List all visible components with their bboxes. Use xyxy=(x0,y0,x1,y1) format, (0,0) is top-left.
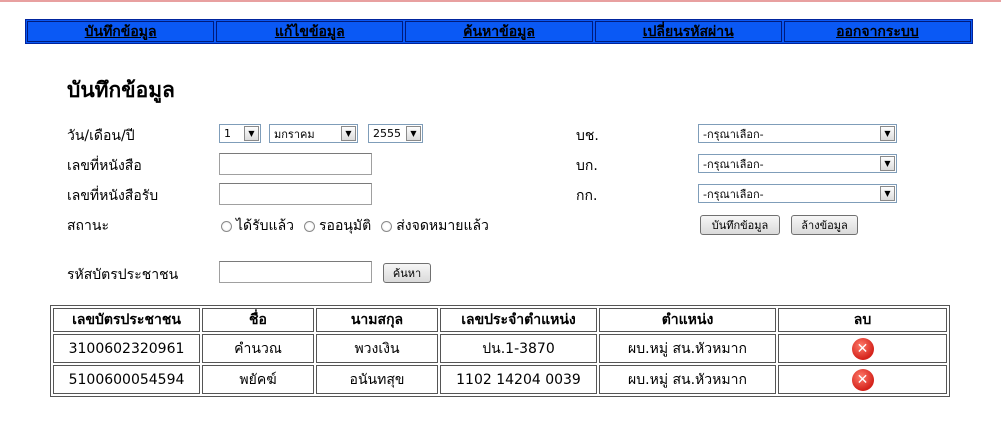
nav-item-change-password[interactable]: เปลี่ยนรหัสผ่าน xyxy=(594,21,782,42)
chevron-down-icon: ▼ xyxy=(406,126,421,141)
cell-surname: อนันทสุข xyxy=(316,365,438,394)
radio-button[interactable] xyxy=(304,220,316,232)
year-select[interactable]: 2555 ▼ xyxy=(368,124,423,143)
top-border-line xyxy=(0,0,1001,2)
cell-id: 5100600054594 xyxy=(53,365,200,394)
bk-select[interactable]: -กรุณาเลือก- ▼ xyxy=(698,154,897,173)
page-title: บันทึกข้อมูล xyxy=(67,78,175,102)
table-header-row: เลขบัตรประชาชน ชื่อ นามสกุล เลขประจำตำแห… xyxy=(53,308,947,332)
status-option-label: ได้รับแล้ว xyxy=(236,218,295,234)
col-header-position-no: เลขประจำตำแหน่ง xyxy=(440,308,597,332)
doc-no-input[interactable] xyxy=(219,153,372,175)
cell-position: ผบ.หมู่ สน.หัวหมาก xyxy=(599,334,776,363)
delete-icon[interactable]: ✕ xyxy=(851,337,874,360)
cell-position: ผบ.หมู่ สน.หัวหมาก xyxy=(599,365,776,394)
recv-no-label: เลขที่หนังสือรับ xyxy=(67,188,159,204)
month-select[interactable]: มกราคม ▼ xyxy=(269,124,358,143)
status-label: สถานะ xyxy=(67,218,109,234)
bk-select-value: -กรุณาเลือก- xyxy=(703,157,764,171)
radio-button[interactable] xyxy=(381,220,393,232)
save-button[interactable]: บันทึกข้อมูล xyxy=(700,215,780,235)
kk-label: กก. xyxy=(576,188,598,204)
results-table: เลขบัตรประชาชน ชื่อ นามสกุล เลขประจำตำแห… xyxy=(50,305,950,397)
kk-select-value: -กรุณาเลือก- xyxy=(703,187,764,201)
cell-position-no: ปน.1-3870 xyxy=(440,334,597,363)
date-label: วัน/เดือน/ปี xyxy=(67,128,135,144)
table-row: 3100602320961 คำนวณ พวงเงิน ปน.1-3870 ผบ… xyxy=(53,334,947,363)
cell-position-no: 1102 14204 0039 xyxy=(440,365,597,394)
radio-button[interactable] xyxy=(221,220,232,232)
bch-select-value: -กรุณาเลือก- xyxy=(703,127,764,141)
main-navigation: บันทึกข้อมูล แก้ไขข้อมูล ค้นหาข้อมูล เปล… xyxy=(25,19,973,44)
col-header-id: เลขบัตรประชาชน xyxy=(53,308,200,332)
id-card-label: รหัสบัตรประชาชน xyxy=(67,267,179,283)
bk-label: บก. xyxy=(576,158,598,174)
col-header-surname: นามสกุล xyxy=(316,308,438,332)
col-header-name: ชื่อ xyxy=(202,308,314,332)
status-option-sent[interactable]: ส่งจดหมายแล้ว xyxy=(381,215,489,237)
status-option-received[interactable]: ได้รับแล้ว xyxy=(221,215,294,237)
clear-button[interactable]: ล้างข้อมูล xyxy=(791,215,858,235)
cell-name: คำนวณ xyxy=(202,334,314,363)
status-radio-group: ได้รับแล้ว รออนุมัติ ส่งจดหมายแล้ว xyxy=(221,215,499,237)
chevron-down-icon: ▼ xyxy=(880,186,895,201)
day-select-value: 1 xyxy=(224,127,231,140)
cell-name: พยัคฆ์ xyxy=(202,365,314,394)
chevron-down-icon: ▼ xyxy=(880,126,895,141)
table-row: 5100600054594 พยัคฆ์ อนันทสุข 1102 14204… xyxy=(53,365,947,394)
col-header-position: ตำแหน่ง xyxy=(599,308,776,332)
cell-delete: ✕ xyxy=(778,365,947,394)
status-option-label: รออนุมัติ xyxy=(319,218,372,234)
delete-icon[interactable]: ✕ xyxy=(851,368,874,391)
status-option-pending[interactable]: รออนุมัติ xyxy=(304,215,371,237)
cell-surname: พวงเงิน xyxy=(316,334,438,363)
year-select-value: 2555 xyxy=(373,127,401,140)
kk-select[interactable]: -กรุณาเลือก- ▼ xyxy=(698,184,897,203)
bch-select[interactable]: -กรุณาเลือก- ▼ xyxy=(698,124,897,143)
chevron-down-icon: ▼ xyxy=(244,126,259,141)
chevron-down-icon: ▼ xyxy=(880,156,895,171)
nav-item-logout[interactable]: ออกจากระบบ xyxy=(783,21,972,42)
nav-item-edit[interactable]: แก้ไขข้อมูล xyxy=(216,21,404,42)
day-select[interactable]: 1 ▼ xyxy=(219,124,261,143)
nav-item-save[interactable]: บันทึกข้อมูล xyxy=(27,21,215,42)
cell-id: 3100602320961 xyxy=(53,334,200,363)
cell-delete: ✕ xyxy=(778,334,947,363)
nav-item-search[interactable]: ค้นหาข้อมูล xyxy=(405,21,593,42)
search-button[interactable]: ค้นหา xyxy=(383,263,431,283)
id-card-input[interactable] xyxy=(219,261,372,283)
recv-no-input[interactable] xyxy=(219,183,372,205)
col-header-delete: ลบ xyxy=(778,308,947,332)
month-select-value: มกราคม xyxy=(274,127,315,141)
bch-label: บช. xyxy=(576,128,599,144)
chevron-down-icon: ▼ xyxy=(341,126,356,141)
status-option-label: ส่งจดหมายแล้ว xyxy=(396,218,489,234)
doc-no-label: เลขที่หนังสือ xyxy=(67,158,142,174)
